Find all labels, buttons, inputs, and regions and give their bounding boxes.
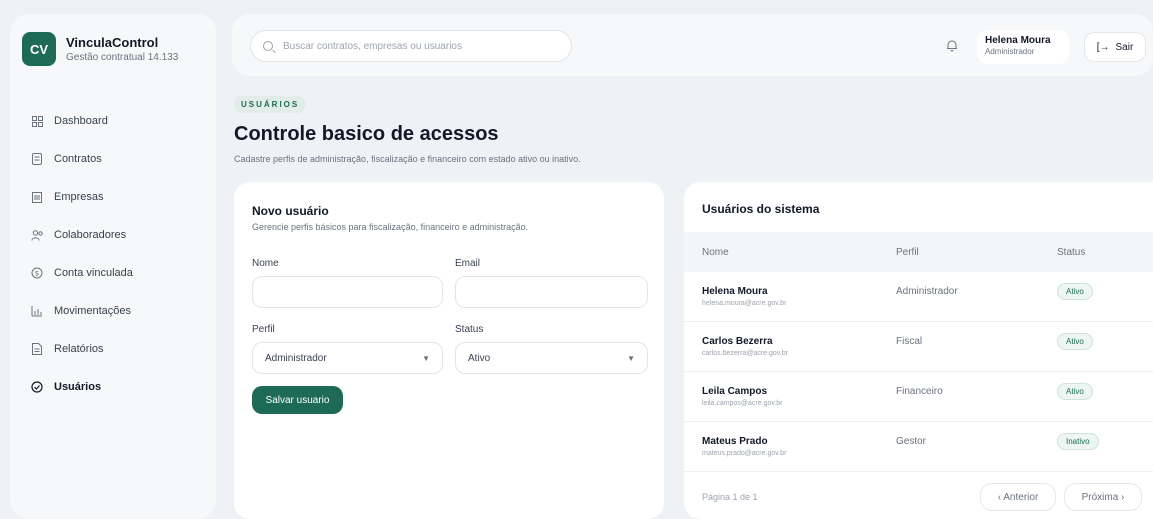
column-header-name: Nome [702,247,729,258]
email-field[interactable] [455,276,648,308]
logout-label: Sair [1115,41,1134,53]
table-row[interactable]: Mateus Prado mateus.prado@acre.gov.br Ge… [684,422,1153,472]
column-header-status: Status [1057,247,1086,258]
movements-icon [30,305,44,317]
user-name-cell: Helena Moura [702,286,768,297]
sidebar-item-label: Empresas [54,191,104,203]
sidebar-item-label: Contratos [54,153,102,165]
section-eyebrow: USUÁRIOS [234,96,307,113]
page-subtitle: Cadastre perfis de administração, fiscal… [234,154,581,164]
users-card: Usuários do sistema Nome Perfil Status H… [684,182,1153,519]
sidebar-nav: Dashboard Contratos Empresas Colaborador… [24,102,204,406]
search-input[interactable] [283,40,563,52]
name-field[interactable] [252,276,443,308]
status-select-value: Ativo [468,352,491,364]
bell-icon[interactable] [942,35,962,55]
sidebar-item-label: Movimentações [54,305,132,317]
user-profile-cell: Financeiro [896,386,943,397]
sidebar-item-dashboard[interactable]: Dashboard [24,102,204,140]
reports-icon [30,343,44,355]
page-title: Controle basico de acessos [234,123,499,145]
name-label: Nome [252,258,279,269]
logout-button[interactable]: [→ Sair [1084,32,1146,62]
search-icon [263,41,273,51]
profile-label: Perfil [252,324,275,335]
user-role: Administrador [985,47,1035,56]
sidebar-item-label: Usuários [54,381,102,393]
sidebar-item-label: Conta vinculada [54,267,133,279]
contracts-icon [30,153,44,165]
search-box[interactable] [250,30,572,62]
profile-select[interactable]: Administrador ▼ [252,342,443,374]
user-name-cell: Carlos Bezerra [702,336,773,347]
previous-page-button[interactable]: ‹ Anterior [980,483,1056,511]
sidebar-item-colaboradores[interactable]: Colaboradores [24,216,204,254]
next-page-button[interactable]: Próxima › [1064,483,1142,511]
linked-account-icon: $ [30,267,44,279]
sidebar-item-usuarios[interactable]: Usuários [24,368,204,406]
status-badge: Ativo [1057,283,1093,300]
sidebar-item-contratos[interactable]: Contratos [24,140,204,178]
brand-subtitle: Gestão contratual 14.133 [66,52,179,63]
user-email-cell: mateus.prado@acre.gov.br [702,450,787,457]
companies-icon [30,191,44,203]
user-profile-cell: Administrador [896,286,958,297]
sidebar-item-empresas[interactable]: Empresas [24,178,204,216]
form-title: Novo usuário [252,204,329,218]
sidebar-item-movimentacoes[interactable]: Movimentações [24,292,204,330]
page-info: Página 1 de 1 [702,492,758,502]
svg-text:$: $ [35,270,39,278]
user-profile-cell: Gestor [896,436,927,447]
users-title: Usuários do sistema [702,202,820,216]
brand[interactable]: CV VinculaControl Gestão contratual 14.1… [22,32,178,66]
column-header-profile: Perfil [896,247,919,258]
table-row[interactable]: Carlos Bezerra carlos.bezerra@acre.gov.b… [684,322,1153,372]
form-subtitle: Gerencie perfis básicos para fiscalizaçã… [252,222,529,232]
save-user-button[interactable]: Salvar usuario [252,386,343,414]
status-badge: Ativo [1057,333,1093,350]
table-header: Nome Perfil Status [684,232,1153,272]
profile-select-value: Administrador [265,352,327,364]
email-label: Email [455,258,481,269]
status-label: Status [455,324,484,335]
chevron-down-icon: ▼ [422,353,430,363]
users-icon [30,381,44,393]
sidebar: CV VinculaControl Gestão contratual 14.1… [10,14,216,519]
user-email-cell: leila.campos@acre.gov.br [702,400,783,407]
user-name-cell: Mateus Prado [702,436,768,447]
user-email-cell: carlos.bezerra@acre.gov.br [702,350,788,357]
brand-name: VinculaControl [66,35,159,50]
top-header: Helena Moura Administrador [→ Sair [232,14,1153,76]
collaborators-icon [30,229,44,241]
user-name: Helena Moura [985,35,1051,46]
brand-logo: CV [22,32,56,66]
user-email-cell: helena.moura@acre.gov.br [702,300,787,307]
dashboard-icon [30,115,44,127]
sidebar-item-conta-vinculada[interactable]: $ Conta vinculada [24,254,204,292]
status-badge: Inativo [1057,433,1099,450]
sidebar-item-label: Colaboradores [54,229,127,241]
user-name-cell: Leila Campos [702,386,768,397]
logout-icon: [→ [1096,41,1110,53]
table-row[interactable]: Helena Moura helena.moura@acre.gov.br Ad… [684,272,1153,322]
new-user-card: Novo usuário Gerencie perfis básicos par… [234,182,664,519]
status-badge: Ativo [1057,383,1093,400]
sidebar-item-relatorios[interactable]: Relatórios [24,330,204,368]
table-row[interactable]: Leila Campos leila.campos@acre.gov.br Fi… [684,372,1153,422]
sidebar-item-label: Relatórios [54,343,104,355]
user-profile-cell: Fiscal [896,336,923,347]
status-select[interactable]: Ativo ▼ [455,342,648,374]
chevron-down-icon: ▼ [627,353,635,363]
sidebar-item-label: Dashboard [54,115,108,127]
user-menu[interactable]: Helena Moura Administrador [977,30,1069,64]
